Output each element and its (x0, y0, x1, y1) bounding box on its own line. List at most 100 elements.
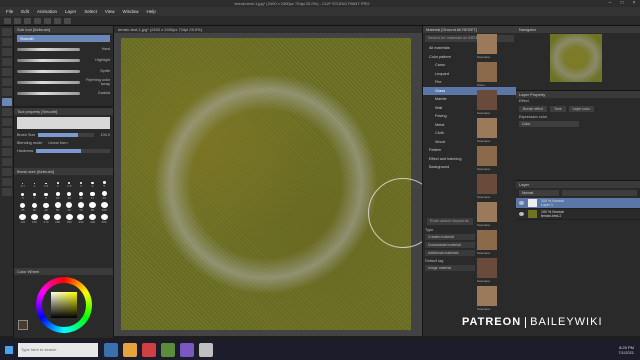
brush-item[interactable]: Hard (17, 44, 110, 54)
hardness-slider[interactable] (36, 149, 110, 153)
material-tree-item[interactable]: Effect and hatching (423, 155, 516, 164)
additional-materials-button[interactable]: Additional materials (425, 250, 475, 256)
balloon-tool-icon[interactable] (1, 178, 12, 186)
hue-ring[interactable] (36, 277, 92, 333)
text-tool-icon[interactable] (1, 168, 12, 176)
blending-row[interactable]: Blending mode Linear burn (14, 139, 113, 147)
brush-size-option[interactable]: 15 (76, 190, 86, 200)
canvas[interactable] (121, 38, 411, 330)
taskbar-search[interactable]: Type here to search (18, 343, 98, 357)
fill-icon[interactable] (64, 17, 71, 24)
saturation-value-square[interactable] (51, 292, 77, 318)
layer-row[interactable]: 100 % Normal terrain-test-2 (516, 209, 640, 220)
material-tree-item[interactable]: Metal (423, 121, 516, 130)
brush-size-option[interactable]: 0.7 (18, 178, 28, 188)
material-thumbnail[interactable]: Seamless (477, 146, 497, 171)
material-thumbnail[interactable]: Seamless (477, 90, 497, 115)
material-thumbnail[interactable]: Seamless (477, 118, 497, 143)
downloaded-material-button[interactable]: Downloaded material (425, 242, 475, 248)
airbrush-tool-icon[interactable] (1, 98, 12, 106)
material-tree-item[interactable]: Marble (423, 95, 516, 104)
brush-size-option[interactable]: 100 (99, 202, 109, 212)
layer-color-button[interactable]: Layer color (568, 106, 594, 112)
menu-help[interactable]: Help (147, 9, 156, 14)
clip-studio-icon[interactable] (161, 343, 175, 357)
brush-size-option[interactable]: 3 (76, 178, 86, 188)
brush-size-option[interactable]: 1.5 (41, 178, 51, 188)
blend-tool-icon[interactable] (1, 128, 12, 136)
material-thumbnail[interactable]: Seamless (477, 258, 497, 283)
menu-select[interactable]: Select (84, 9, 97, 14)
opacity-slider[interactable] (562, 190, 637, 196)
brush-size-option[interactable]: 4 (88, 178, 98, 188)
brush-size-option[interactable]: 150 (30, 214, 40, 224)
app-icon[interactable] (180, 343, 194, 357)
brush-size-option[interactable]: 2.5 (65, 178, 75, 188)
brush-size-option[interactable]: 17 (88, 190, 98, 200)
decoration-tool-icon[interactable] (1, 108, 12, 116)
brush-size-row[interactable]: Brush Size 100.0 (14, 131, 113, 139)
brush-size-slider[interactable] (38, 133, 94, 137)
material-tree-item[interactable]: Color pattern (423, 53, 516, 62)
material-tree-item[interactable]: Cloth (423, 129, 516, 138)
material-tree-item[interactable]: Fire (423, 78, 516, 87)
start-button[interactable] (0, 340, 18, 360)
gradient-tool-icon[interactable] (1, 148, 12, 156)
brush-size-option[interactable]: 400 (88, 214, 98, 224)
material-thumbnail[interactable]: Seamless (477, 174, 497, 199)
expression-color-select[interactable]: Color (519, 121, 579, 127)
fill-tool-icon[interactable] (1, 138, 12, 146)
material-tree-item[interactable]: Grass (423, 86, 516, 95)
material-tree-item[interactable]: Wood (423, 138, 516, 147)
brush-size-option[interactable]: 170 (41, 214, 51, 224)
material-thumbnail[interactable]: Seamless (477, 286, 497, 311)
blend-mode-select[interactable]: Normal (519, 190, 559, 196)
image-material-button[interactable]: Image material (425, 265, 475, 271)
open-file-icon[interactable] (14, 17, 21, 24)
materials-keyword-search[interactable]: Enter search keywords (427, 218, 473, 225)
settings-icon[interactable] (199, 343, 213, 357)
brush-size-option[interactable]: 7 (30, 190, 40, 200)
new-file-icon[interactable] (4, 17, 11, 24)
menu-animation[interactable]: Animation (37, 9, 57, 14)
menu-edit[interactable]: Edit (21, 9, 29, 14)
brush-size-option[interactable]: 12 (65, 190, 75, 200)
task-view-icon[interactable] (104, 343, 118, 357)
brush-size-option[interactable]: 70 (76, 202, 86, 212)
menu-view[interactable]: View (105, 9, 115, 14)
brush-size-option[interactable]: 2 (53, 178, 63, 188)
material-thumbnail[interactable]: Seamless (477, 230, 497, 255)
brush-size-option[interactable]: 500 (99, 214, 109, 224)
current-color-swatch[interactable] (18, 320, 28, 330)
brush-size-option[interactable]: 80 (88, 202, 98, 212)
correct-line-tool-icon[interactable] (1, 188, 12, 196)
brush-size-option[interactable]: 25 (18, 202, 28, 212)
file-explorer-icon[interactable] (123, 343, 137, 357)
navigator-preview[interactable] (550, 34, 602, 82)
browser-icon[interactable] (142, 343, 156, 357)
eye-icon[interactable] (519, 212, 524, 216)
brush-size-option[interactable]: 40 (41, 202, 51, 212)
eyedropper-tool-icon[interactable] (1, 58, 12, 66)
material-tree-item[interactable]: Wall (423, 104, 516, 113)
canvas-tab[interactable]: terrain-test-1.jpg* (2400 x 2400px 72dpi… (114, 26, 422, 33)
clear-icon[interactable] (54, 17, 61, 24)
brush-size-option[interactable]: 1 (30, 178, 40, 188)
clock[interactable]: 8:25 PM 7/1/2021 (618, 345, 634, 355)
layer-row[interactable]: 100 % Normal Layer 1 (516, 198, 640, 209)
brush-item[interactable]: Sprite (17, 66, 110, 76)
material-tree-item[interactable]: Camo (423, 61, 516, 70)
menu-window[interactable]: Window (123, 9, 139, 14)
brush-size-option[interactable]: 6 (18, 190, 28, 200)
minimize-button[interactable]: – (604, 0, 616, 7)
brush-item[interactable]: Flyrrhing color scrap (17, 77, 110, 87)
brush-item[interactable]: Gadola (17, 88, 110, 98)
material-thumbnail[interactable]: Seamless (477, 202, 497, 227)
redo-icon[interactable] (44, 17, 51, 24)
material-tree-item[interactable]: Pattern (423, 146, 516, 155)
save-icon[interactable] (24, 17, 31, 24)
brush-size-option[interactable]: 60 (65, 202, 75, 212)
pen-tool-icon[interactable] (1, 68, 12, 76)
material-thumbnail[interactable]: Seamless (477, 34, 497, 59)
brush-size-option[interactable]: 250 (65, 214, 75, 224)
